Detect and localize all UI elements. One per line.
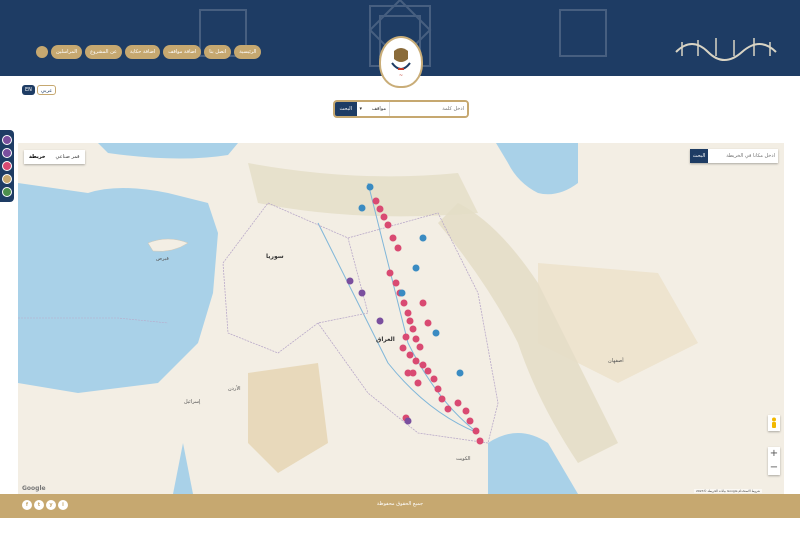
map-type-map[interactable]: خريطة (24, 150, 51, 164)
pegman-icon[interactable] (768, 415, 780, 431)
legend-item-4[interactable] (2, 174, 12, 184)
map-attribution[interactable]: بيانات الخريطة ©2023 Google شروط الاستخد… (693, 489, 762, 493)
map-search-input[interactable] (708, 149, 778, 163)
nav-item-about[interactable]: عن المشروع (85, 45, 122, 59)
map-view[interactable]: سوريا العراق الأردن الكويت إسرائيل قبرص … (18, 143, 784, 494)
category-legend (0, 130, 14, 202)
lang-en-button[interactable]: EN (22, 85, 35, 95)
zoom-in-button[interactable]: + (768, 447, 780, 461)
nav-item-reporters[interactable]: المراسلين (51, 45, 83, 59)
google-logo: Google (22, 485, 46, 492)
map-type-satellite[interactable]: قمر صناعي (51, 150, 85, 164)
map-label-iraq: العراق (376, 336, 395, 343)
main-nav: المراسلين عن المشروع اضافة حكاية اضافة م… (36, 45, 262, 59)
nav-item-add-story[interactable]: اضافة حكاية (124, 45, 161, 59)
nav-home-circle[interactable] (36, 46, 48, 58)
svg-text:~: ~ (399, 73, 403, 79)
site-emblem[interactable]: ~ (379, 36, 423, 88)
map-label-kuwait: الكويت (456, 456, 471, 462)
chevron-down-icon: ▾ (359, 106, 363, 112)
nav-item-add-stance[interactable]: اضافة مواقف (163, 45, 202, 59)
map-type-control: خريطة قمر صناعي (24, 150, 85, 164)
map-search-button[interactable]: البحث (690, 149, 708, 163)
search-input[interactable] (390, 102, 467, 116)
zoom-control: + − (768, 447, 780, 475)
emblem-icon: ~ (391, 48, 411, 79)
search-category-value: مواقف (371, 106, 386, 112)
pegman-glyph (772, 417, 776, 428)
nav-item-contact[interactable]: اتصل بنا (204, 45, 232, 59)
zoom-out-button[interactable]: − (768, 461, 780, 475)
language-switcher: EN عربي (22, 85, 57, 95)
map-label-cyprus: قبرص (156, 256, 169, 262)
lang-ar-button[interactable]: عربي (36, 85, 57, 95)
legend-item-3[interactable] (2, 161, 12, 171)
calligraphy-icon (675, 38, 777, 61)
nav-item-home[interactable]: الرئيسية (234, 45, 262, 59)
legend-item-2[interactable] (2, 148, 12, 158)
map-label-israel: إسرائيل (184, 399, 201, 405)
map-label-isfahan: أصفهان (608, 358, 624, 364)
legend-item-5[interactable] (2, 187, 12, 197)
calligraphy-logo (672, 30, 782, 62)
map-label-syria: سوريا (266, 253, 284, 260)
search-category-select[interactable]: ▾ مواقف (357, 102, 390, 116)
legend-item-1[interactable] (2, 135, 12, 145)
map-search: البحث (690, 149, 778, 163)
copyright-text: جميع الحقوق محفوظة (376, 501, 424, 507)
site-search: البحث ▾ مواقف (333, 100, 469, 118)
map-label-jordan: الأردن (228, 386, 241, 392)
site-footer: f t y i جميع الحقوق محفوظة (0, 494, 800, 518)
map-base (18, 143, 698, 494)
search-button[interactable]: البحث (335, 102, 357, 116)
